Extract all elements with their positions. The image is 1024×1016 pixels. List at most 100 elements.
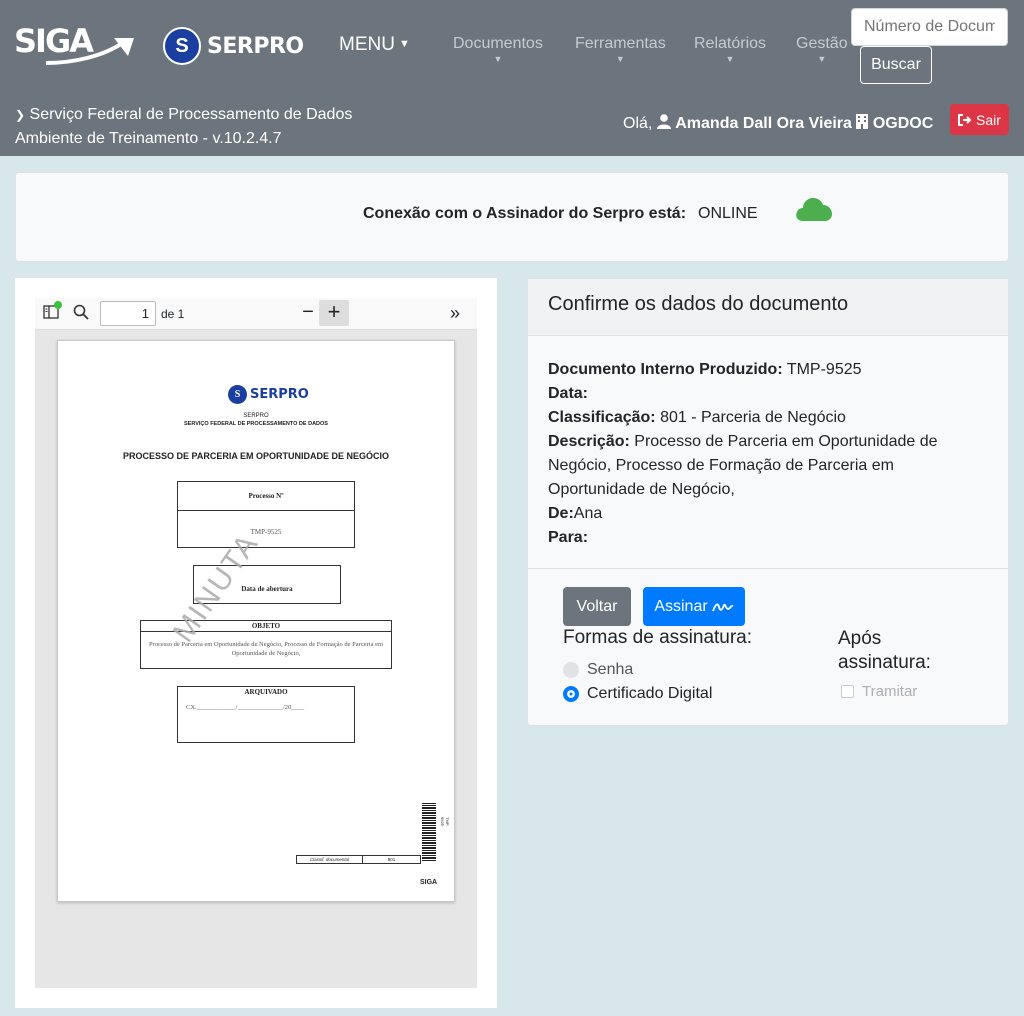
radio-senha-label: Senha — [587, 661, 634, 678]
arquivado-box: ARQUIVADO CX.____________/______________… — [177, 686, 355, 743]
pdf-toolbar: 1 de 1 − + » — [35, 298, 477, 330]
greeting-text: Olá, — [623, 115, 653, 132]
radio-checked-icon — [563, 686, 579, 702]
user-icon — [656, 114, 671, 129]
nav-label: Ferramentas — [575, 35, 666, 52]
pdf-viewer[interactable]: 1 de 1 − + » S SERPRO SERPRO SERVIÇO FED… — [35, 298, 477, 988]
after-signature-label: Após assinatura: — [838, 627, 948, 675]
classification-row: Classificação: 801 - Parceria de Negócio — [548, 406, 988, 430]
doc-number-value: TMP-9525 — [786, 361, 862, 378]
card-title: Confirme os dados do documento — [528, 279, 1008, 336]
notification-dot — [54, 301, 62, 309]
page-count: de 1 — [161, 307, 185, 321]
connection-status: ONLINE — [698, 205, 758, 222]
classification-label: Classif. documental — [297, 856, 363, 863]
menu-dropdown[interactable]: MENU ▼ — [339, 34, 410, 56]
confirm-document-card: Confirme os dados do documento Documento… — [527, 278, 1009, 726]
sidebar-toggle-icon[interactable] — [43, 301, 62, 325]
checkbox-icon — [841, 685, 854, 698]
sign-out-icon — [958, 113, 972, 126]
arquivado-label: ARQUIVADO — [244, 688, 288, 696]
to-row: Para: — [548, 526, 988, 550]
classification-value: 801 - Parceria de Negócio — [660, 409, 846, 426]
arquivado-line: CX.____________/______________/20____ — [186, 704, 305, 711]
doc-number-label: Documento Interno Produzido: — [548, 361, 783, 378]
sign-button[interactable]: Assinar — [643, 587, 745, 626]
document-details: Documento Interno Produzido: TMP-9525 Da… — [528, 336, 1008, 569]
nav-label: Gestão — [796, 35, 848, 52]
signer-connection-card: Conexão com o Assinador do Serpro está: … — [15, 172, 1009, 262]
to-label: Para: — [548, 529, 589, 546]
page-title: PROCESSO DE PARCERIA EM OPORTUNIDADE DE … — [122, 451, 390, 461]
logout-button[interactable]: Sair — [950, 104, 1009, 135]
after-signature-text: Após assinatura: — [838, 628, 931, 673]
page-serpro-logo: S SERPRO — [228, 385, 309, 404]
barcode — [422, 803, 436, 861]
user-name[interactable]: Amanda Dall Ora Vieira — [675, 115, 852, 132]
serpro-logo-text: SERPRO — [207, 33, 304, 59]
processo-label: Processo Nº — [178, 482, 354, 511]
classification-value: 801 — [387, 857, 396, 862]
radio-certificado-digital[interactable]: Certificado Digital — [563, 684, 743, 704]
classification-label: Classificação: — [548, 409, 656, 426]
siga-logo[interactable]: SIGA — [14, 22, 136, 66]
nav-label: Relatórios — [694, 35, 767, 52]
barcode-text: TMP-9525 — [440, 817, 450, 827]
radio-cert-label: Certificado Digital — [587, 685, 713, 702]
classification-box: Classif. documental 801 — [296, 855, 421, 864]
nav-documentos[interactable]: Documentos ▼ — [453, 35, 543, 64]
organization-info: ❯ Serviço Federal de Processamento de Da… — [15, 103, 352, 151]
pdf-page: S SERPRO SERPRO SERVIÇO FEDERAL DE PROCE… — [57, 340, 455, 902]
serpro-logo: S SERPRO — [163, 26, 304, 66]
zoom-in-button[interactable]: + — [319, 300, 349, 326]
top-navbar: SIGA S SERPRO MENU ▼ Documentos ▼ Ferramen… — [0, 0, 1024, 156]
document-number-search-input[interactable] — [851, 8, 1008, 46]
processo-box: Processo Nº TMP-9525 — [177, 481, 355, 548]
date-row: Data: — [548, 382, 988, 406]
serpro-logo-icon: S — [228, 385, 247, 404]
description-row: Descrição: Processo de Parceria em Oport… — [548, 430, 988, 502]
more-tools-icon[interactable]: » — [450, 303, 460, 324]
page-siga-logo: SIGA — [420, 879, 438, 886]
cloud-icon — [796, 198, 832, 221]
description-label: Descrição: — [548, 433, 630, 450]
user-greeting: Olá, Amanda Dall Ora Vieira OGDOC — [623, 114, 933, 133]
sign-button-label: Assinar — [654, 597, 708, 615]
nav-ferramentas[interactable]: Ferramentas ▼ — [575, 35, 666, 64]
page-logo-text: SERPRO — [250, 387, 309, 402]
caret-down-icon: ▼ — [725, 54, 735, 64]
caret-down-icon: ▼ — [615, 54, 625, 64]
signature-icon — [711, 602, 734, 611]
radio-senha[interactable]: Senha — [563, 660, 743, 680]
from-row: De:Ana — [548, 502, 988, 526]
radio-unchecked-icon — [563, 662, 579, 678]
menu-label: MENU — [339, 34, 395, 55]
nav-relatorios[interactable]: Relatórios ▼ — [694, 35, 767, 64]
tramitar-label: Tramitar — [862, 683, 918, 700]
page-org-full: SERVIÇO FEDERAL DE PROCESSAMENTO DE DADO… — [184, 421, 328, 427]
nav-label: Documentos — [453, 35, 543, 52]
page-org-short: SERPRO — [243, 413, 269, 419]
environment-version: Ambiente de Treinamento - v.10.2.4.7 — [15, 130, 282, 147]
page-number-input[interactable]: 1 — [100, 301, 156, 326]
back-button[interactable]: Voltar — [563, 587, 631, 626]
organization-name: Serviço Federal de Processamento de Dado… — [29, 106, 353, 123]
user-unit[interactable]: OGDOC — [873, 115, 933, 132]
serpro-logo-icon: S — [163, 27, 201, 65]
from-label: De: — [548, 505, 574, 522]
logout-label: Sair — [976, 111, 1001, 128]
caret-down-icon: ▼ — [493, 54, 503, 64]
caret-down-icon: ▼ — [817, 54, 827, 64]
chevron-right-icon: ❯ — [15, 108, 26, 122]
nav-gestao[interactable]: Gestão ▼ — [796, 35, 848, 64]
arrow-icon — [45, 38, 134, 65]
doc-number-row: Documento Interno Produzido: TMP-9525 — [548, 358, 988, 382]
search-icon[interactable] — [73, 304, 89, 325]
search-button[interactable]: Buscar — [860, 46, 932, 84]
connection-label: Conexão com o Assinador do Serpro está: — [363, 205, 687, 222]
building-icon — [856, 114, 869, 129]
zoom-out-button[interactable]: − — [295, 300, 321, 326]
pdf-preview-panel: 1 de 1 − + » S SERPRO SERPRO SERVIÇO FED… — [15, 278, 497, 1008]
tramitar-checkbox[interactable]: Tramitar — [841, 683, 917, 700]
caret-down-icon: ▼ — [398, 38, 410, 50]
